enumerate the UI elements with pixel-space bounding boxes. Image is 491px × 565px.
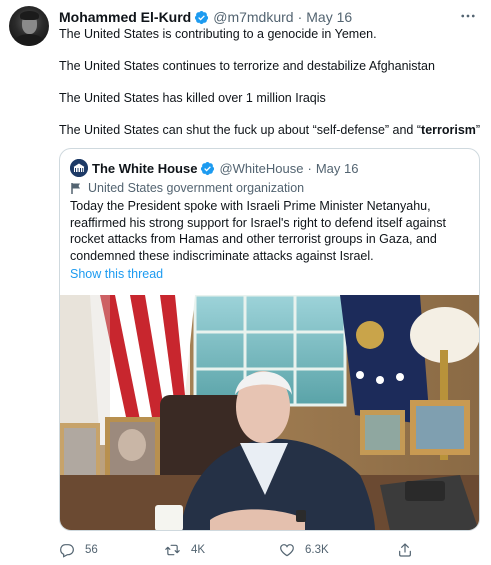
retweet-icon (165, 544, 180, 556)
reply-count: 56 (85, 544, 98, 556)
like-button[interactable]: 6.3K (279, 540, 329, 560)
author-name[interactable]: Mohammed El-Kurd (59, 9, 191, 25)
tweet-line-4-suffix: ” (475, 123, 481, 137)
quoted-separator: · (307, 160, 312, 176)
verified-badge-icon (201, 161, 215, 175)
share-icon (399, 543, 411, 557)
more-icon[interactable] (457, 6, 479, 26)
org-label: United States government organization (70, 180, 304, 196)
show-thread-link[interactable]: Show this thread (70, 267, 163, 281)
quoted-author-handle[interactable]: @WhiteHouse (219, 161, 303, 176)
quoted-photo[interactable] (60, 295, 479, 530)
header-separator: · (297, 9, 303, 25)
like-icon (280, 544, 294, 557)
quoted-tweet[interactable]: The White House @WhiteHouse · May 16 Uni… (59, 148, 480, 531)
tweet-date[interactable]: May 16 (306, 9, 352, 25)
flag-icon (71, 182, 80, 194)
author-handle[interactable]: @m7mdkurd (213, 9, 293, 25)
quoted-date[interactable]: May 16 (316, 161, 359, 176)
quoted-header: The White House @WhiteHouse · May 16 (70, 159, 358, 177)
org-label-text: United States government organization (88, 181, 305, 195)
tweet-actions: 56 4K 6.3K (59, 540, 459, 560)
quoted-author-name[interactable]: The White House (92, 161, 197, 176)
tweet-header: Mohammed El-Kurd @m7mdkurd · May 16 (59, 8, 352, 26)
tweet-line-4: The United States can shut the fuck up a… (59, 122, 487, 139)
tweet-line-2: The United States continues to terrorize… (59, 59, 435, 73)
reply-button[interactable]: 56 (59, 540, 98, 560)
tweet-body: The United States is contributing to a g… (59, 26, 487, 154)
retweet-count: 4K (191, 544, 206, 556)
tweet-line-4-prefix: The United States can shut the fuck up a… (59, 123, 422, 137)
tweet-line-3: The United States has killed over 1 mill… (59, 91, 326, 105)
verified-badge-icon (195, 10, 209, 24)
like-count: 6.3K (305, 544, 329, 556)
quoted-text: Today the President spoke with Israeli P… (70, 199, 446, 263)
retweet-button[interactable]: 4K (164, 540, 205, 560)
tweet[interactable]: Mohammed El-Kurd @m7mdkurd · May 16 The … (0, 0, 491, 565)
avatar[interactable] (9, 6, 49, 46)
reply-icon (60, 544, 74, 558)
tweet-line-4-bold: terrorism (421, 123, 476, 137)
white-house-logo-icon[interactable] (70, 159, 88, 177)
share-button[interactable] (397, 540, 423, 560)
tweet-line-1: The United States is contributing to a g… (59, 27, 377, 41)
